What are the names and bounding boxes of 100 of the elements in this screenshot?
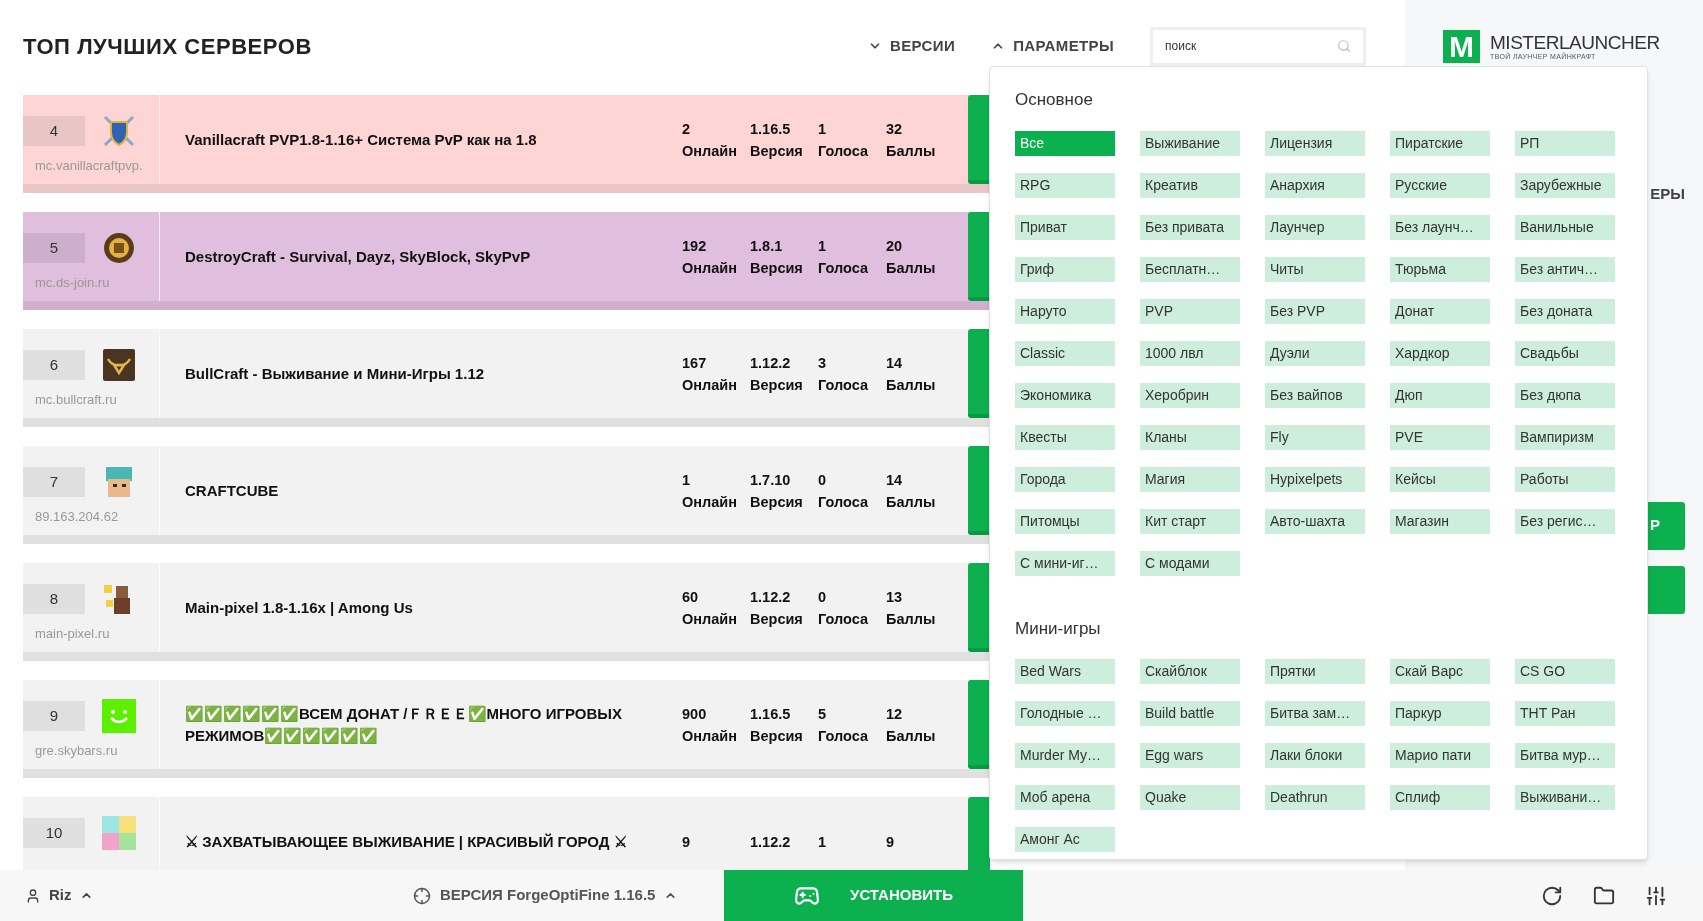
server-card[interactable]: 9 gre.skybars.ru ✅✅✅✅✅✅ВСЕМ ДОНАТ /ＦＲＥＥ✅МНОГО ИГРОВЫХ РЕЖИМОВ✅✅✅✅✅✅ 900 Онлайн 1.16.5 Версия 5 Голоса 12 Баллы: [23, 680, 990, 778]
filter-chip[interactable]: Хардкор: [1390, 340, 1490, 366]
filter-chip[interactable]: Без вайпов: [1265, 382, 1365, 408]
server-title[interactable]: CRAFTCUBE: [185, 479, 279, 502]
filter-chip[interactable]: Наруто: [1015, 298, 1115, 324]
filter-chip[interactable]: Моб арена: [1015, 785, 1115, 810]
filter-chip[interactable]: PVE: [1390, 424, 1490, 450]
filter-chip[interactable]: Битва зам…: [1265, 701, 1365, 726]
play-button[interactable]: [968, 797, 990, 870]
filter-chip[interactable]: Кланы: [1140, 424, 1240, 450]
filter-chip[interactable]: Кейсы: [1390, 466, 1490, 492]
play-button[interactable]: [968, 563, 990, 652]
server-title[interactable]: ✅✅✅✅✅✅ВСЕМ ДОНАТ /ＦＲＥＥ✅МНОГО ИГРОВЫХ РЕЖИМОВ✅✅✅✅✅✅: [185, 702, 652, 747]
server-title[interactable]: Vanillacraft PVP1.8-1.16+ Система PvP как на 1.8: [185, 128, 537, 151]
filter-chip[interactable]: Свадьбы: [1515, 340, 1615, 366]
filter-chip[interactable]: 1000 лвл: [1140, 340, 1240, 366]
filter-chip[interactable]: Зарубежные: [1515, 172, 1615, 198]
nav-dropdown[interactable]: ПАРАМЕТРЫ: [991, 34, 1114, 58]
filter-chip[interactable]: CS GO: [1515, 659, 1615, 684]
filter-chip[interactable]: Голодные …: [1015, 701, 1115, 726]
server-card[interactable]: 5 mc.ds-join.ru DestroyCraft - Survival, Dayz, SkyBlock, SkyPvP 192 Онлайн 1.8.1 Версия 1 Голоса 20 Баллы: [23, 212, 990, 310]
filter-chip[interactable]: Скайблок: [1140, 659, 1240, 684]
server-title[interactable]: DestroyCraft - Survival, Dayz, SkyBlock, SkyPvP: [185, 245, 531, 268]
filter-chip[interactable]: Кит старт: [1140, 508, 1240, 534]
filter-chip[interactable]: РП: [1515, 130, 1615, 156]
server-title[interactable]: Main-pixel 1.8-1.16x | Among Us: [185, 596, 413, 619]
filter-chip[interactable]: Hypixelpets: [1265, 466, 1365, 492]
filter-chip[interactable]: Без регис…: [1515, 508, 1615, 534]
server-title[interactable]: BullCraft - Выживание и Мини-Игры 1.12: [185, 362, 485, 385]
filter-chip[interactable]: Города: [1015, 466, 1115, 492]
filter-chip[interactable]: С мини-иг…: [1015, 550, 1115, 576]
filter-chip[interactable]: Murder My…: [1015, 743, 1115, 768]
filter-chip[interactable]: Анархия: [1265, 172, 1365, 198]
server-card[interactable]: 8 main-pixel.ru Main-pixel 1.8-1.16x | Among Us 60 Онлайн 1.12.2 Версия 0 Голоса 13 Баллы: [23, 563, 990, 661]
play-button[interactable]: [968, 212, 990, 301]
filter-chip[interactable]: PVP: [1140, 298, 1240, 324]
filter-chip[interactable]: Паркур: [1390, 701, 1490, 726]
play-button[interactable]: [968, 95, 990, 184]
filter-chip[interactable]: Читы: [1265, 256, 1365, 282]
server-card[interactable]: 10 ⚔ ЗАХВАТЫВАЮЩЕЕ ВЫЖИВАНИЕ | КРАСИВЫЙ ГОРОД ⚔ 9 1.12.2 1 9: [23, 797, 990, 870]
filter-chip[interactable]: Без лаунч…: [1390, 214, 1490, 240]
filter-chip[interactable]: Дюп: [1390, 382, 1490, 408]
filter-chip[interactable]: Без PVP: [1265, 298, 1365, 324]
play-button[interactable]: [968, 329, 990, 418]
filter-chip[interactable]: Экономика: [1015, 382, 1115, 408]
filter-chip[interactable]: Без привата: [1140, 214, 1240, 240]
filter-chip[interactable]: Выживани…: [1515, 785, 1615, 810]
filter-chip[interactable]: Без дюпа: [1515, 382, 1615, 408]
filter-chip[interactable]: Авто-шахта: [1265, 508, 1365, 534]
filter-chip[interactable]: Bed Wars: [1015, 659, 1115, 684]
user-menu[interactable]: Riz: [49, 884, 93, 907]
filter-chip[interactable]: Херобрин: [1140, 382, 1240, 408]
filter-chip[interactable]: Тюрьма: [1390, 256, 1490, 282]
version-selector[interactable]: ВЕРСИЯ ForgeOptiFine 1.16.5: [413, 884, 724, 907]
filter-chip[interactable]: Амонг Ас: [1015, 827, 1115, 852]
filter-chip[interactable]: Build battle: [1140, 701, 1240, 726]
filter-chip[interactable]: Русские: [1390, 172, 1490, 198]
filter-chip[interactable]: Магазин: [1390, 508, 1490, 534]
filter-chip[interactable]: Classic: [1015, 340, 1115, 366]
filter-chip[interactable]: Egg wars: [1140, 743, 1240, 768]
filter-chip[interactable]: Работы: [1515, 466, 1615, 492]
play-button[interactable]: [968, 446, 990, 535]
server-title[interactable]: ⚔ ЗАХВАТЫВАЮЩЕЕ ВЫЖИВАНИЕ | КРАСИВЫЙ ГОРОД ⚔: [185, 830, 627, 853]
server-card[interactable]: 7 89.163.204.62 CRAFTCUBE 1 Онлайн 1.7.10 Версия 0 Голоса 14 Баллы: [23, 446, 990, 544]
search-field[interactable]: поиск: [1150, 26, 1366, 66]
server-card[interactable]: 4 mc.vanillacraftpvp. Vanillacraft PVP1.8-1.16+ Система PvP как на 1.8 2 Онлайн 1.16.5 Версия 1 Голоса 32 Баллы: [23, 95, 990, 193]
play-button[interactable]: [968, 680, 990, 769]
filter-chip[interactable]: Донат: [1390, 298, 1490, 324]
server-card[interactable]: 6 mc.bullcraft.ru BullCraft - Выживание и Мини-Игры 1.12 167 Онлайн 1.12.2 Версия 3 Голоса 14 Баллы: [23, 329, 990, 427]
filter-chip[interactable]: С модами: [1140, 550, 1240, 576]
filter-chip[interactable]: Сплиф: [1390, 785, 1490, 810]
settings-icon[interactable]: [1645, 884, 1667, 907]
filter-chip[interactable]: Приват: [1015, 214, 1115, 240]
filter-chip[interactable]: Выживание: [1140, 130, 1240, 156]
filter-chip[interactable]: Лаки блоки: [1265, 743, 1365, 768]
filter-chip[interactable]: Скай Варс: [1390, 659, 1490, 684]
filter-chip[interactable]: Марио пати: [1390, 743, 1490, 768]
filter-chip[interactable]: Лаунчер: [1265, 214, 1365, 240]
filter-chip[interactable]: Quake: [1140, 785, 1240, 810]
filter-chip[interactable]: Прятки: [1265, 659, 1365, 684]
filter-chip[interactable]: Ванильные: [1515, 214, 1615, 240]
nav-dropdown[interactable]: ВЕРСИИ: [868, 34, 956, 58]
filter-chip[interactable]: Креатив: [1140, 172, 1240, 198]
filter-chip[interactable]: Гриф: [1015, 256, 1115, 282]
filter-chip[interactable]: Бесплатн…: [1140, 256, 1240, 282]
filter-chip[interactable]: Fly: [1265, 424, 1365, 450]
filter-chip[interactable]: Питомцы: [1015, 508, 1115, 534]
folder-icon[interactable]: [1593, 884, 1615, 907]
filter-chip[interactable]: Deathrun: [1265, 785, 1365, 810]
filter-chip[interactable]: Пиратские: [1390, 130, 1490, 156]
filter-chip[interactable]: Битва мур…: [1515, 743, 1615, 768]
filter-chip[interactable]: Квесты: [1015, 424, 1115, 450]
filter-chip[interactable]: RPG: [1015, 172, 1115, 198]
filter-chip[interactable]: Без доната: [1515, 298, 1615, 324]
filter-chip[interactable]: ТНТ Ран: [1515, 701, 1615, 726]
filter-chip[interactable]: Дуэли: [1265, 340, 1365, 366]
filter-chip[interactable]: Без антич…: [1515, 256, 1615, 282]
filter-chip[interactable]: Магия: [1140, 466, 1240, 492]
refresh-icon[interactable]: [1541, 884, 1563, 907]
filter-chip[interactable]: Вампиризм: [1515, 424, 1615, 450]
